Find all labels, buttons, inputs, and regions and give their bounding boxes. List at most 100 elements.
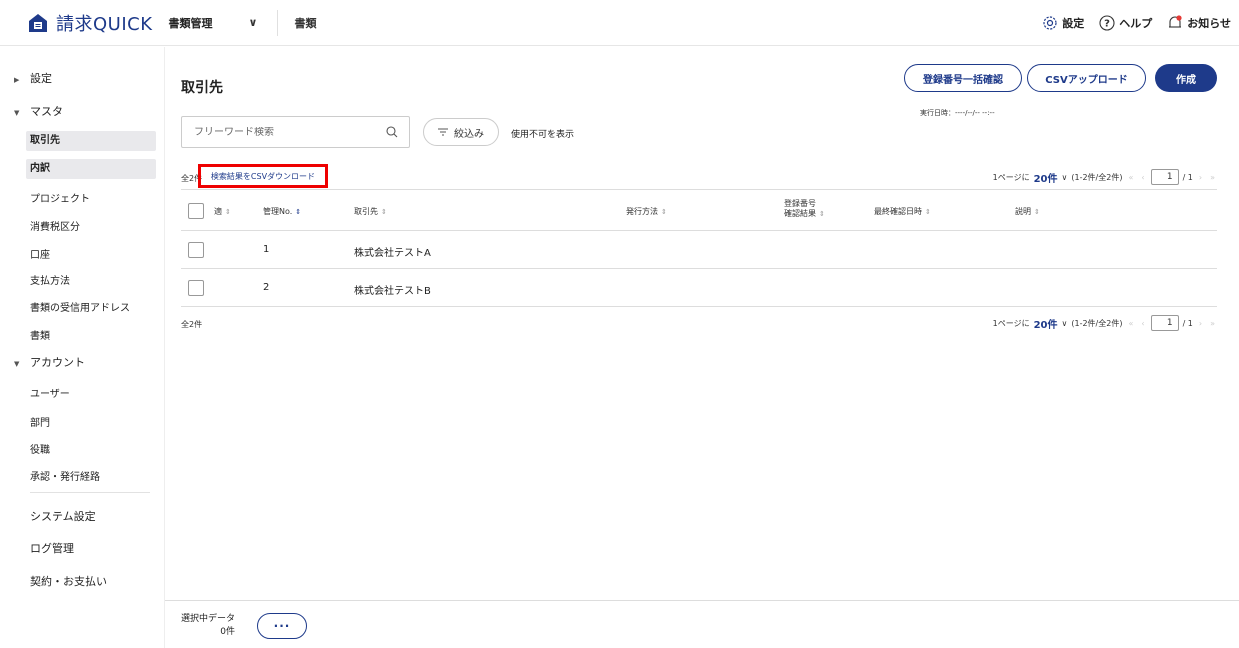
show-disabled-toggle[interactable]: 使用不可を表示	[511, 127, 574, 140]
first-page-icon[interactable]: «	[1128, 319, 1133, 328]
page-title: 取引先	[181, 80, 223, 96]
sort-icon: ⇕	[225, 208, 231, 216]
logo-icon	[29, 13, 47, 32]
table-header: 適 ⇕ 管理No. ⇕ 取引先 ⇕ 発行方法 ⇕ 登録番号 確認結果 ⇕ 最終確認日時 ⇕ 説…	[181, 189, 1217, 231]
sidebar-item-positions[interactable]: 役職	[30, 441, 50, 456]
search-box	[181, 116, 410, 148]
chevron-down-icon[interactable]: ∨	[1062, 319, 1068, 328]
header-current-section[interactable]: 書類	[294, 15, 316, 31]
row-checkbox[interactable]	[188, 242, 204, 258]
total-pages: / 1	[1182, 318, 1193, 328]
page-range: (1-2件/全2件)	[1071, 318, 1123, 328]
sidebar-item-departments[interactable]: 部門	[30, 414, 50, 429]
csv-upload-button[interactable]: CSVアップロード	[1027, 64, 1146, 92]
result-count-bottom: 全2件	[181, 320, 203, 329]
module-select[interactable]: 書類管理 ∨	[169, 15, 258, 31]
col-header-last-check[interactable]: 最終確認日時 ⇕	[874, 206, 931, 217]
registration-check-button[interactable]: 登録番号一括確認	[904, 64, 1022, 92]
per-page-select[interactable]: 20件	[1034, 316, 1058, 331]
sidebar-item-log-management[interactable]: ログ管理	[30, 540, 74, 556]
chevron-down-icon[interactable]: ∨	[1062, 173, 1068, 182]
col-header-registration[interactable]: 登録番号 確認結果 ⇕	[784, 199, 825, 219]
sidebar-item-bank-account[interactable]: 口座	[30, 246, 50, 261]
sidebar-item-receive-address[interactable]: 書類の受信用アドレス	[30, 299, 130, 314]
filter-icon	[438, 128, 448, 136]
sidebar-divider	[30, 492, 150, 493]
sort-icon: ⇕	[1034, 208, 1040, 216]
bell-icon	[1169, 15, 1182, 28]
table-row[interactable]: 2 株式会社テストB	[181, 269, 1217, 307]
last-page-icon[interactable]: »	[1210, 319, 1215, 328]
cell-partner[interactable]: 株式会社テストA	[354, 244, 431, 259]
search-input[interactable]	[194, 126, 374, 138]
notifications-button[interactable]: お知らせ	[1166, 14, 1231, 32]
per-page-prefix: 1ページに	[992, 172, 1030, 182]
sidebar-item-payment-method[interactable]: 支払方法	[30, 272, 70, 287]
sort-icon: ⇕	[925, 208, 931, 216]
sidebar-item-system-settings[interactable]: システム設定	[30, 508, 96, 524]
caret-right-icon: ▶	[14, 76, 20, 84]
pager-bottom: 1ページに 20件 ∨ (1-2件/全2件) « ‹ 1 / 1 › »	[993, 315, 1217, 331]
sidebar-group-account[interactable]: ▼ アカウント	[14, 354, 85, 370]
sidebar-item-approval-route[interactable]: 承認・発行経路	[30, 468, 100, 483]
col-header-partner[interactable]: 取引先 ⇕	[354, 206, 387, 217]
row-checkbox[interactable]	[188, 280, 204, 296]
app-header: 請求QUICK 書類管理 ∨ 書類 設定 ? ヘルプ お知らせ	[0, 0, 1239, 46]
sidebar-item-project[interactable]: プロジェクト	[30, 190, 90, 205]
sort-icon: ⇕	[819, 210, 825, 218]
header-divider	[277, 9, 279, 36]
csv-download-link[interactable]: 検索結果をCSVダウンロード	[211, 171, 315, 182]
help-button[interactable]: ? ヘルプ	[1098, 14, 1152, 32]
sort-icon: ⇕	[295, 208, 302, 216]
more-actions-button[interactable]: ···	[257, 613, 307, 639]
main-content: 取引先 登録番号一括確認 CSVアップロード 作成 実行日時：----/--/-…	[165, 47, 1239, 648]
table-row[interactable]: 1 株式会社テストA	[181, 231, 1217, 269]
col-header-app[interactable]: 適 ⇕	[214, 206, 231, 217]
chevron-down-icon: ∨	[248, 16, 258, 29]
page-number-input[interactable]: 1	[1150, 315, 1179, 331]
prev-page-icon[interactable]: ‹	[1141, 173, 1144, 182]
sidebar-item-breakdown[interactable]: 内訳	[26, 159, 156, 179]
next-page-icon[interactable]: ›	[1199, 173, 1202, 182]
cell-partner[interactable]: 株式会社テストB	[354, 282, 431, 297]
cell-no: 2	[263, 282, 270, 293]
sidebar-group-label: 設定	[30, 72, 52, 85]
per-page-select[interactable]: 20件	[1034, 170, 1058, 185]
col-header-method[interactable]: 発行方法 ⇕	[626, 206, 667, 217]
next-page-icon[interactable]: ›	[1199, 319, 1202, 328]
gear-icon	[1043, 16, 1057, 30]
csv-download-highlight: 検索結果をCSVダウンロード	[198, 164, 328, 188]
caret-down-icon: ▼	[14, 360, 20, 368]
pager-top: 1ページに 20件 ∨ (1-2件/全2件) « ‹ 1 / 1 › »	[993, 169, 1217, 185]
last-page-icon[interactable]: »	[1210, 173, 1215, 182]
prev-page-icon[interactable]: ‹	[1141, 319, 1144, 328]
app-logo[interactable]: 請求QUICK	[26, 10, 153, 36]
cell-no: 1	[263, 244, 270, 255]
search-icon[interactable]	[385, 125, 399, 139]
sidebar-item-contract-payment[interactable]: 契約・お支払い	[30, 573, 107, 589]
sort-icon: ⇕	[381, 208, 387, 216]
page-number-input[interactable]: 1	[1150, 169, 1179, 185]
sidebar-group-settings[interactable]: ▶ 設定	[14, 70, 52, 86]
select-all-checkbox[interactable]	[188, 203, 204, 219]
filter-button[interactable]: 絞込み	[423, 118, 499, 146]
sidebar-group-master[interactable]: ▼ マスタ	[14, 103, 63, 119]
exec-date: 実行日時：----/--/-- --:--	[920, 109, 995, 117]
module-label: 書類管理	[168, 16, 213, 30]
create-button[interactable]: 作成	[1155, 64, 1217, 92]
total-pages: / 1	[1182, 172, 1193, 182]
settings-button[interactable]: 設定	[1041, 14, 1084, 32]
sidebar-item-partners[interactable]: 取引先	[26, 131, 156, 151]
sidebar-group-label: アカウント	[30, 356, 85, 369]
sidebar-group-label: マスタ	[30, 105, 63, 118]
page-range: (1-2件/全2件)	[1071, 172, 1123, 182]
sidebar-item-documents[interactable]: 書類	[30, 327, 50, 342]
col-header-no[interactable]: 管理No. ⇕	[263, 206, 301, 217]
sidebar-item-users[interactable]: ユーザー	[30, 385, 70, 400]
first-page-icon[interactable]: «	[1128, 173, 1133, 182]
logo-text: 請求QUICK	[56, 13, 153, 35]
sidebar-item-tax-category[interactable]: 消費税区分	[30, 218, 80, 233]
settings-label: 設定	[1062, 17, 1085, 30]
header-actions: 設定 ? ヘルプ お知らせ	[1041, 0, 1231, 46]
col-header-desc[interactable]: 説明 ⇕	[1015, 206, 1040, 217]
